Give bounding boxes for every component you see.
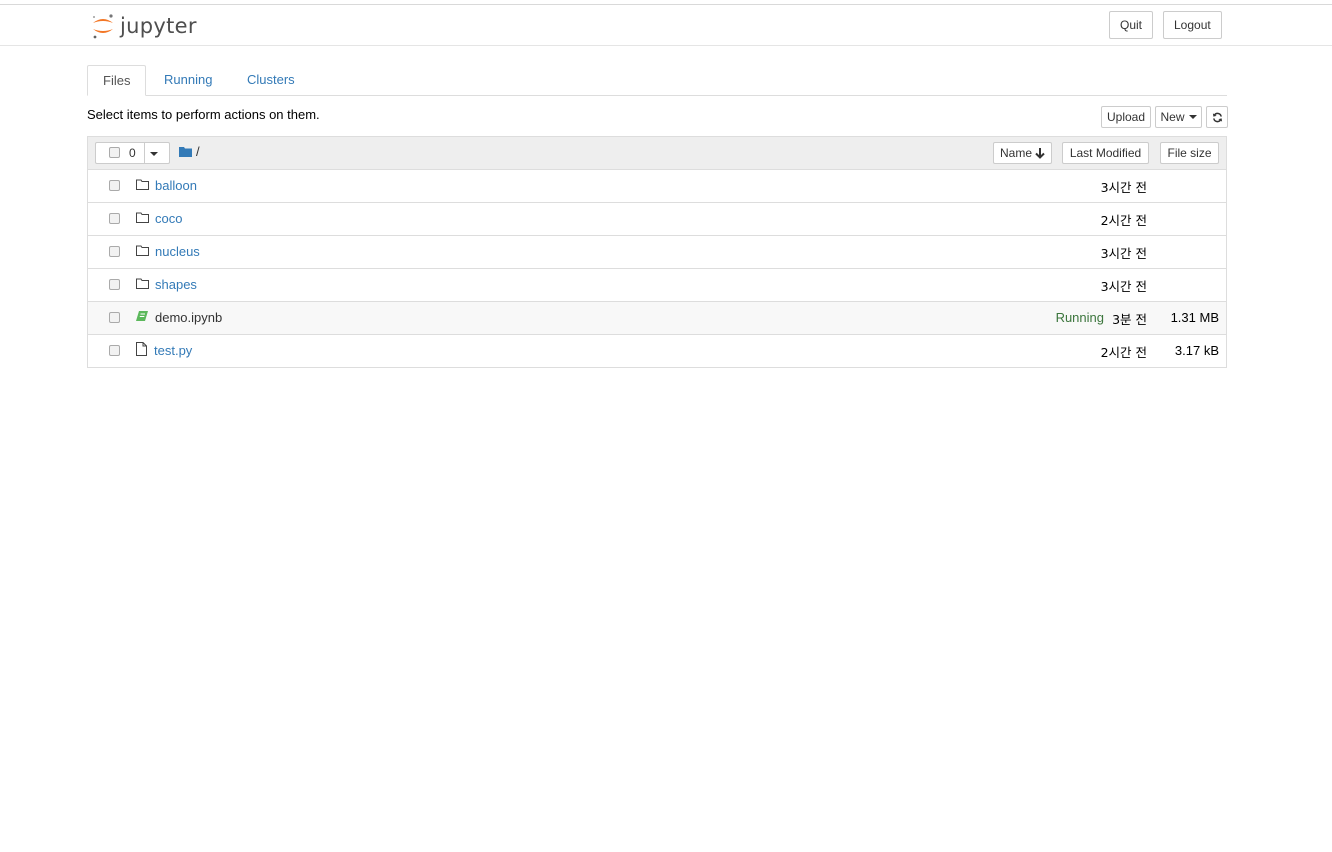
refresh-icon (1212, 112, 1222, 122)
list-item[interactable]: balloon 3시간 전 (88, 170, 1226, 203)
arrow-down-icon (1035, 147, 1045, 159)
item-size: 3.17 kB (1174, 343, 1219, 358)
item-link[interactable]: test.py (154, 343, 192, 358)
tab-running[interactable]: Running (149, 65, 227, 95)
item-modified: 3시간 전 (1100, 279, 1147, 294)
item-modified: 3시간 전 (1100, 246, 1147, 261)
list-item[interactable]: test.py 2시간 전 3.17 kB (88, 335, 1226, 367)
item-size: 1.31 MB (1170, 310, 1219, 325)
tab-clusters[interactable]: Clusters (232, 65, 310, 95)
item-modified: 3분 전 (1112, 312, 1147, 327)
file-list: 0 / Name Last Modified File size balloon… (87, 136, 1227, 368)
tab-files[interactable]: Files (87, 65, 147, 96)
item-modified: 3시간 전 (1100, 180, 1147, 195)
item-checkbox[interactable] (109, 312, 120, 323)
header-bar: jupyter Quit Logout (0, 4, 1332, 46)
selected-count: 0 (129, 146, 136, 160)
new-button[interactable]: New (1155, 106, 1202, 128)
folder-icon[interactable] (179, 146, 192, 157)
select-menu-caret-icon[interactable] (150, 152, 158, 156)
item-link[interactable]: balloon (155, 178, 197, 193)
folder-icon (136, 278, 149, 289)
list-item[interactable]: nucleus 3시간 전 (88, 236, 1226, 269)
new-button-label: New (1160, 110, 1185, 124)
item-link[interactable]: demo.ipynb (155, 310, 222, 325)
item-link[interactable]: shapes (155, 277, 197, 292)
item-modified: 2시간 전 (1100, 345, 1147, 360)
caret-down-icon (1188, 115, 1197, 119)
logo-text: jupyter (120, 14, 197, 38)
select-all-checkbox[interactable] (109, 147, 120, 158)
tab-bar: Files Running Clusters (87, 65, 1227, 96)
sort-size-button[interactable]: File size (1160, 142, 1219, 164)
item-checkbox[interactable] (109, 246, 120, 257)
item-modified: 2시간 전 (1100, 213, 1147, 228)
select-divider (144, 143, 145, 163)
notebook-icon (136, 311, 148, 321)
folder-icon (136, 212, 149, 223)
running-indicator: Running (1055, 310, 1104, 325)
sort-name-button[interactable]: Name (993, 142, 1052, 164)
jupyter-logo-icon (93, 14, 113, 39)
list-item[interactable]: coco 2시간 전 (88, 203, 1226, 236)
sort-name-label: Name (999, 146, 1032, 160)
sort-modified-button[interactable]: Last Modified (1062, 142, 1149, 164)
item-link[interactable]: nucleus (155, 244, 200, 259)
quit-button[interactable]: Quit (1109, 11, 1154, 39)
list-item[interactable]: shapes 3시간 전 (88, 269, 1226, 302)
folder-icon (136, 245, 149, 256)
refresh-button[interactable] (1206, 106, 1228, 128)
select-all-group[interactable]: 0 (95, 142, 170, 164)
upload-button[interactable]: Upload (1101, 106, 1151, 128)
item-checkbox[interactable] (109, 180, 120, 191)
logout-button[interactable]: Logout (1163, 11, 1222, 39)
breadcrumb[interactable]: / (196, 144, 200, 159)
item-link[interactable]: coco (155, 211, 182, 226)
file-list-header: 0 / Name Last Modified File size (88, 137, 1226, 170)
jupyter-logo[interactable]: jupyter (90, 11, 197, 41)
folder-icon (136, 179, 149, 190)
list-item[interactable]: demo.ipynb Running 3분 전 1.31 MB (88, 302, 1226, 335)
item-checkbox[interactable] (109, 279, 120, 290)
item-checkbox[interactable] (109, 345, 120, 356)
file-icon (136, 342, 147, 356)
item-checkbox[interactable] (109, 213, 120, 224)
selection-hint: Select items to perform actions on them. (87, 107, 320, 122)
